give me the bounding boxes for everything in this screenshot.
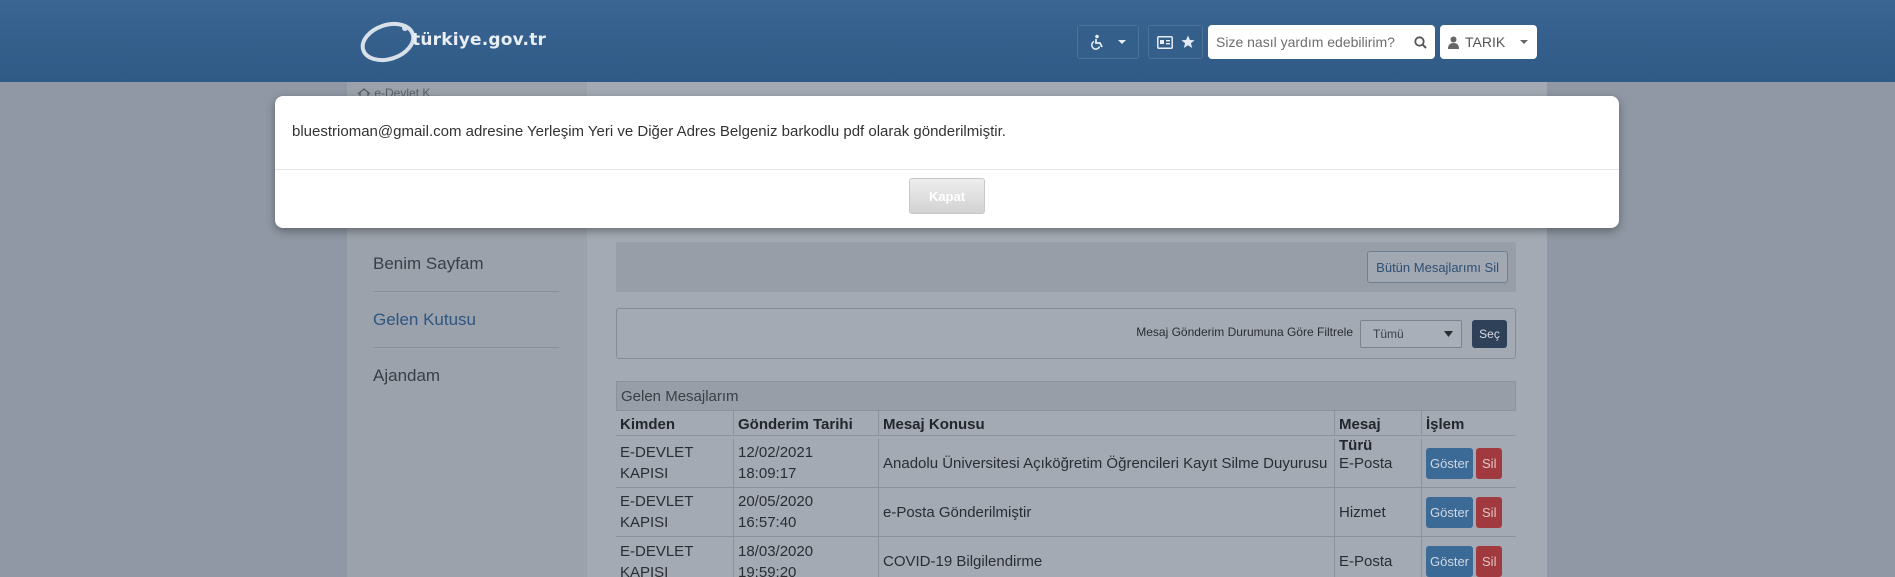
cell-from: E-DEVLET KAPISI (616, 488, 734, 536)
cell-actions: Göster Sil (1422, 537, 1516, 577)
cell-from: E-DEVLET KAPISI (616, 537, 734, 577)
cell-date: 18/03/2020 19:59:20 (734, 537, 879, 577)
filter-select[interactable]: Tümü (1360, 320, 1462, 348)
cell-date: 12/02/2021 18:09:17 (734, 439, 879, 487)
show-message-button[interactable]: Göster (1426, 496, 1474, 528)
notification-modal: bluestrioman@gmail.com adresine Yerleşim… (275, 96, 1619, 228)
modal-close-button[interactable]: Kapat (909, 178, 985, 214)
table-row: E-DEVLET KAPISI 12/02/2021 18:09:17 Anad… (616, 439, 1516, 488)
user-menu-button[interactable]: TARIK (1440, 25, 1537, 59)
table-row: E-DEVLET KAPISI 18/03/2020 19:59:20 COVI… (616, 537, 1516, 577)
caret-down-icon (1444, 331, 1453, 337)
show-message-button[interactable]: Göster (1426, 546, 1474, 577)
search-input[interactable] (1216, 34, 1414, 50)
column-header: Mesaj Konusu (879, 411, 1335, 435)
delete-all-messages-button[interactable]: Bütün Mesajlarımı Sil (1367, 251, 1508, 283)
sidebar-item-my-page[interactable]: Benim Sayfam (373, 236, 559, 292)
cell-type: E-Posta (1335, 537, 1422, 577)
id-card-icon (1156, 35, 1173, 49)
modal-divider (275, 169, 1619, 170)
top-header: türkiye.gov.tr Size nasıl yardım edebili… (0, 0, 1895, 82)
cell-actions: Göster Sil (1422, 439, 1516, 487)
column-header: Kimden (616, 411, 734, 435)
sidebar-item-label: Benim Sayfam (373, 253, 484, 273)
column-header: Gönderim Tarihi (734, 411, 879, 435)
modal-message: bluestrioman@gmail.com adresine Yerleşim… (292, 123, 1006, 140)
logo-text: türkiye.gov.tr (412, 30, 547, 50)
delete-message-button[interactable]: Sil (1476, 496, 1503, 528)
sidebar-item-label: Gelen Kutusu (373, 309, 477, 329)
filter-submit-button[interactable]: Seç (1472, 320, 1507, 348)
chevron-down-icon (1520, 40, 1528, 44)
column-header: Mesaj Türü (1335, 411, 1422, 454)
user-name: TARIK (1465, 34, 1506, 50)
search-icon[interactable] (1414, 35, 1427, 49)
cell-subject: e-Posta Gönderilmiştir (879, 488, 1335, 536)
delete-message-button[interactable]: Sil (1476, 546, 1503, 577)
cell-actions: Göster Sil (1422, 488, 1516, 536)
cell-type: Hizmet (1335, 488, 1422, 536)
message-actions-panel: Bütün Mesajlarımı Sil (616, 242, 1516, 292)
table-row: E-DEVLET KAPISI 20/05/2020 16:57:40 e-Po… (616, 488, 1516, 537)
favorites-button[interactable] (1148, 25, 1203, 59)
cell-date: 20/05/2020 16:57:40 (734, 488, 879, 536)
table-caption: Gelen Mesajlarım (616, 381, 1516, 411)
site-logo[interactable]: türkiye.gov.tr (358, 14, 568, 66)
table-header-row: Kimden Gönderim Tarihi Mesaj Konusu Mesa… (616, 411, 1516, 454)
filter-selected-value: Tümü (1373, 327, 1404, 341)
cell-type: E-Posta (1335, 439, 1422, 487)
cell-from: E-DEVLET KAPISI (616, 439, 734, 487)
wheelchair-icon (1091, 34, 1103, 50)
delete-message-button[interactable]: Sil (1476, 447, 1503, 479)
user-icon (1448, 36, 1459, 49)
column-header: İşlem (1426, 416, 1465, 433)
show-message-button[interactable]: Göster (1426, 447, 1474, 479)
filter-label: Mesaj Gönderim Durumuna Göre Filtrele (1136, 325, 1353, 339)
sidebar-item-inbox[interactable]: Gelen Kutusu (373, 292, 559, 348)
accessibility-button[interactable] (1077, 25, 1139, 59)
search-box (1208, 25, 1435, 59)
cell-subject: Anadolu Üniversitesi Açıköğretim Öğrenci… (879, 439, 1335, 487)
cell-subject: COVID-19 Bilgilendirme (879, 537, 1335, 577)
filter-panel: Mesaj Gönderim Durumuna Göre Filtrele Tü… (616, 308, 1516, 359)
chevron-down-icon (1118, 40, 1126, 44)
star-icon (1180, 35, 1195, 48)
sidebar-item-label: Ajandam (373, 366, 441, 385)
sidebar-item-agenda[interactable]: Ajandam (373, 348, 559, 404)
